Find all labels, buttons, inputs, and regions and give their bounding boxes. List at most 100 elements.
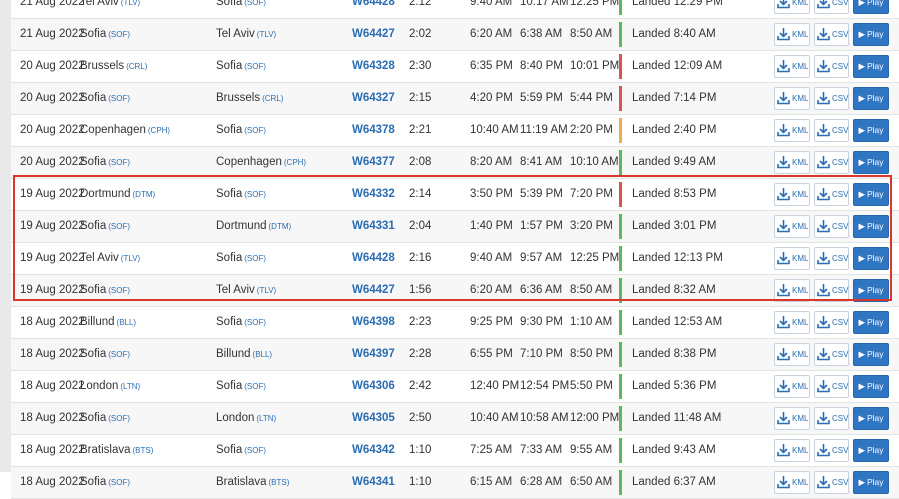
flight-number-link[interactable]: W64427 bbox=[352, 19, 395, 50]
flight-number-link[interactable]: W64331 bbox=[352, 211, 395, 242]
play-button[interactable]: ▶ Play bbox=[853, 151, 889, 174]
download-kml-button[interactable]: KML bbox=[774, 0, 810, 14]
origin-city: Tel Aviv bbox=[80, 252, 119, 264]
origin-code[interactable]: (CRL) bbox=[126, 62, 147, 71]
download-csv-button[interactable]: CSV bbox=[814, 119, 849, 142]
play-button[interactable]: ▶ Play bbox=[853, 247, 889, 270]
flight-number-link[interactable]: W64305 bbox=[352, 403, 395, 434]
download-csv-button[interactable]: CSV bbox=[814, 87, 849, 110]
flight-number-link[interactable]: W64378 bbox=[352, 115, 395, 146]
origin-code[interactable]: (DTM) bbox=[133, 190, 156, 199]
download-csv-button[interactable]: CSV bbox=[814, 183, 849, 206]
origin-code[interactable]: (SOF) bbox=[108, 350, 130, 359]
origin-code[interactable]: (TLV) bbox=[121, 0, 140, 7]
play-button[interactable]: ▶ Play bbox=[853, 375, 889, 398]
play-button[interactable]: ▶ Play bbox=[853, 0, 889, 14]
flight-number-link[interactable]: W64306 bbox=[352, 371, 395, 402]
destination-code[interactable]: (SOF) bbox=[244, 382, 266, 391]
download-kml-button[interactable]: KML bbox=[774, 407, 810, 430]
destination-code[interactable]: (SOF) bbox=[244, 254, 266, 263]
play-button[interactable]: ▶ Play bbox=[853, 279, 889, 302]
origin-code[interactable]: (SOF) bbox=[108, 286, 130, 295]
kml-label: KML bbox=[792, 254, 809, 263]
origin-code[interactable]: (SOF) bbox=[108, 414, 130, 423]
play-button[interactable]: ▶ Play bbox=[853, 119, 889, 142]
flight-number-link[interactable]: W64328 bbox=[352, 51, 395, 82]
flight-number-link[interactable]: W64377 bbox=[352, 147, 395, 178]
destination-code[interactable]: (CPH) bbox=[284, 158, 306, 167]
flight-number-link[interactable]: W64428 bbox=[352, 243, 395, 274]
download-csv-button[interactable]: CSV bbox=[814, 279, 849, 302]
download-csv-button[interactable]: CSV bbox=[814, 471, 849, 494]
origin-code[interactable]: (SOF) bbox=[108, 94, 130, 103]
origin-code[interactable]: (BLL) bbox=[117, 318, 137, 327]
download-kml-button[interactable]: KML bbox=[774, 55, 810, 78]
download-csv-button[interactable]: CSV bbox=[814, 375, 849, 398]
play-button[interactable]: ▶ Play bbox=[853, 407, 889, 430]
destination-code[interactable]: (SOF) bbox=[244, 126, 266, 135]
download-kml-button[interactable]: KML bbox=[774, 119, 810, 142]
destination-code[interactable]: (TLV) bbox=[257, 30, 276, 39]
destination-code[interactable]: (TLV) bbox=[257, 286, 276, 295]
origin-code[interactable]: (TLV) bbox=[121, 254, 140, 263]
actual-departure: 5:59 PM bbox=[520, 92, 563, 104]
play-button[interactable]: ▶ Play bbox=[853, 439, 889, 462]
download-csv-button[interactable]: CSV bbox=[814, 151, 849, 174]
origin-code[interactable]: (SOF) bbox=[108, 158, 130, 167]
download-csv-button[interactable]: CSV bbox=[814, 55, 849, 78]
origin-code[interactable]: (SOF) bbox=[108, 30, 130, 39]
destination-code[interactable]: (BTS) bbox=[269, 478, 290, 487]
flight-number-link[interactable]: W64398 bbox=[352, 307, 395, 338]
download-csv-button[interactable]: CSV bbox=[814, 439, 849, 462]
play-button[interactable]: ▶ Play bbox=[853, 87, 889, 110]
download-kml-button[interactable]: KML bbox=[774, 151, 810, 174]
download-kml-button[interactable]: KML bbox=[774, 279, 810, 302]
destination-code[interactable]: (SOF) bbox=[244, 190, 266, 199]
destination-code[interactable]: (LTN) bbox=[256, 414, 276, 423]
flight-number-link[interactable]: W64428 bbox=[352, 0, 395, 18]
flight-number-link[interactable]: W64427 bbox=[352, 275, 395, 306]
download-csv-button[interactable]: CSV bbox=[814, 0, 849, 14]
destination-code[interactable]: (BLL) bbox=[253, 350, 273, 359]
download-csv-button[interactable]: CSV bbox=[814, 311, 849, 334]
flight-status: Landed 9:43 AM bbox=[632, 444, 716, 456]
destination-code[interactable]: (SOF) bbox=[244, 62, 266, 71]
download-kml-button[interactable]: KML bbox=[774, 471, 810, 494]
origin-code[interactable]: (BTS) bbox=[133, 446, 154, 455]
download-kml-button[interactable]: KML bbox=[774, 311, 810, 334]
flight-number-link[interactable]: W64332 bbox=[352, 179, 395, 210]
download-kml-button[interactable]: KML bbox=[774, 439, 810, 462]
play-button[interactable]: ▶ Play bbox=[853, 471, 889, 494]
destination-code[interactable]: (SOF) bbox=[244, 446, 266, 455]
flight-number-link[interactable]: W64397 bbox=[352, 339, 395, 370]
play-button[interactable]: ▶ Play bbox=[853, 215, 889, 238]
download-kml-button[interactable]: KML bbox=[774, 375, 810, 398]
destination-code[interactable]: (DTM) bbox=[269, 222, 292, 231]
download-kml-button[interactable]: KML bbox=[774, 215, 810, 238]
play-button[interactable]: ▶ Play bbox=[853, 23, 889, 46]
destination-code[interactable]: (SOF) bbox=[244, 318, 266, 327]
download-kml-button[interactable]: KML bbox=[774, 87, 810, 110]
download-icon bbox=[777, 252, 790, 265]
download-kml-button[interactable]: KML bbox=[774, 183, 810, 206]
download-csv-button[interactable]: CSV bbox=[814, 343, 849, 366]
destination-code[interactable]: (SOF) bbox=[244, 0, 266, 7]
origin-code[interactable]: (SOF) bbox=[108, 478, 130, 487]
download-csv-button[interactable]: CSV bbox=[814, 247, 849, 270]
download-kml-button[interactable]: KML bbox=[774, 343, 810, 366]
play-button[interactable]: ▶ Play bbox=[853, 55, 889, 78]
download-csv-button[interactable]: CSV bbox=[814, 407, 849, 430]
origin-code[interactable]: (LTN) bbox=[120, 382, 140, 391]
destination-code[interactable]: (CRL) bbox=[262, 94, 283, 103]
download-kml-button[interactable]: KML bbox=[774, 23, 810, 46]
origin-code[interactable]: (CPH) bbox=[148, 126, 170, 135]
download-csv-button[interactable]: CSV bbox=[814, 23, 849, 46]
flight-number-link[interactable]: W64342 bbox=[352, 435, 395, 466]
origin-code[interactable]: (SOF) bbox=[108, 222, 130, 231]
play-button[interactable]: ▶ Play bbox=[853, 343, 889, 366]
download-kml-button[interactable]: KML bbox=[774, 247, 810, 270]
flight-number-link[interactable]: W64327 bbox=[352, 83, 395, 114]
play-button[interactable]: ▶ Play bbox=[853, 183, 889, 206]
download-csv-button[interactable]: CSV bbox=[814, 215, 849, 238]
play-button[interactable]: ▶ Play bbox=[853, 311, 889, 334]
